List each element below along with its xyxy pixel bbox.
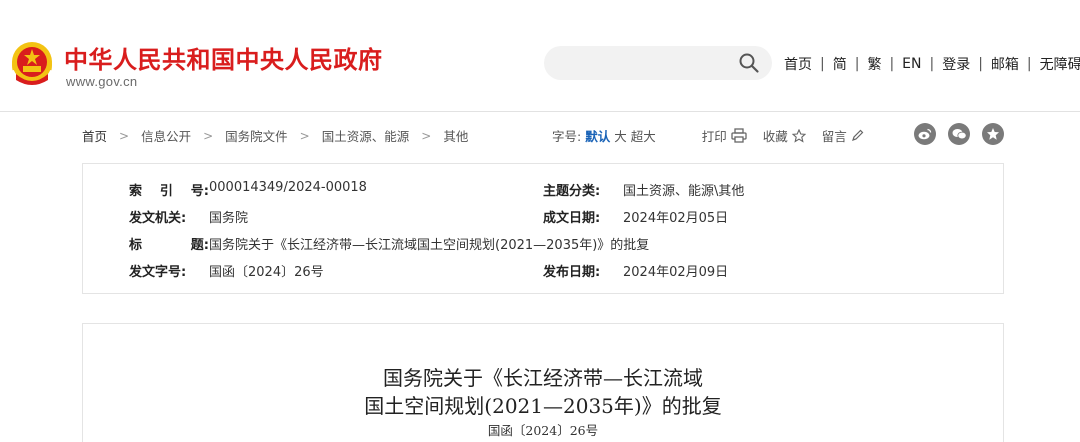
favorite-button[interactable]: 收藏 [763, 126, 806, 145]
breadcrumb-arrow: > [203, 128, 214, 143]
top-nav: 首页 | 简 | 繁 | EN | 登录 | 邮箱 | 无障碍 [784, 54, 1080, 74]
breadcrumb-land-energy[interactable]: 国土资源、能源 [322, 126, 410, 145]
star-icon [791, 128, 806, 143]
meta-value: 000014349/2024-00018 [209, 180, 367, 195]
article-doc-number: 国函〔2024〕26号 [487, 423, 599, 438]
meta-publish-date: 发布日期: 2024年02月09日 [543, 261, 728, 280]
nav-separator: | [854, 56, 860, 72]
meta-label: 发文机关: [129, 211, 187, 226]
meta-label: 主题分类: [543, 184, 601, 199]
article-title-line2: 国土空间规划(2021—2035年)》的批复 [364, 394, 722, 418]
print-button[interactable]: 打印 [702, 126, 747, 145]
breadcrumb-arrow: > [119, 128, 130, 143]
meta-doc-no: 发文字号: 国函〔2024〕26号 [129, 261, 324, 280]
meta-value: 国函〔2024〕26号 [209, 265, 324, 280]
font-size-label: 字号: [552, 129, 582, 144]
share-weibo-button[interactable] [914, 123, 936, 145]
document-metadata: 索 引 号: 000014349/2024-00018 主题分类: 国土资源、能… [82, 163, 1004, 294]
breadcrumb-state-council-docs[interactable]: 国务院文件 [225, 126, 288, 145]
meta-value: 2024年02月05日 [623, 211, 729, 226]
font-size-large[interactable]: 大 [614, 126, 627, 145]
favorite-label: 收藏 [762, 129, 788, 144]
meta-date-written: 成文日期: 2024年02月05日 [543, 207, 728, 226]
nav-separator: | [889, 56, 895, 72]
comment-label: 留言 [821, 129, 847, 144]
meta-value: 国务院关于《长江经济带—长江流域国土空间规划(2021—2035年)》的批复 [209, 238, 650, 253]
meta-label: 发布日期: [543, 265, 601, 280]
breadcrumb-home[interactable]: 首页 [82, 126, 107, 145]
qzone-icon [987, 128, 999, 140]
meta-value: 国土资源、能源\其他 [623, 184, 745, 199]
nav-login[interactable]: 登录 [942, 54, 970, 74]
font-size-default[interactable]: 默认 [585, 126, 610, 145]
nav-mail[interactable]: 邮箱 [991, 54, 1019, 74]
font-size-xlarge[interactable]: 超大 [631, 126, 656, 145]
national-emblem-icon[interactable] [10, 40, 54, 88]
meta-label: 发文字号: [129, 265, 187, 280]
print-label: 打印 [701, 129, 727, 144]
breadcrumb-info-public[interactable]: 信息公开 [141, 126, 191, 145]
nav-separator: | [929, 56, 935, 72]
meta-topic: 主题分类: 国土资源、能源\其他 [543, 180, 744, 199]
weibo-icon [918, 128, 932, 140]
meta-value: 国务院 [209, 211, 249, 226]
site-domain: www.gov.cn [66, 74, 138, 89]
search-icon[interactable] [738, 52, 760, 74]
comment-button[interactable]: 留言 [822, 126, 864, 145]
nav-accessibility[interactable]: 无障碍 [1040, 54, 1080, 74]
nav-separator: | [978, 56, 983, 72]
meta-label: 标 题: [129, 238, 209, 253]
pencil-icon [851, 129, 864, 141]
printer-icon [731, 128, 747, 143]
breadcrumb-bar: 首页 > 信息公开 > 国务院文件 > 国土资源、能源 > 其他 字号: 默认 … [82, 123, 1004, 146]
meta-index-no: 索 引 号: 000014349/2024-00018 [129, 180, 367, 199]
site-name[interactable]: 中华人民共和国中央人民政府 [64, 40, 383, 75]
meta-label: 索 引 号: [129, 184, 209, 199]
breadcrumb: 首页 > 信息公开 > 国务院文件 > 国土资源、能源 > 其他 [82, 126, 468, 145]
breadcrumb-arrow: > [421, 128, 432, 143]
meta-label: 成文日期: [543, 211, 601, 226]
breadcrumb-arrow: > [299, 128, 310, 143]
article-body: 国务院关于《长江经济带—长江流域 国土空间规划(2021—2035年)》的批复 … [82, 323, 1004, 442]
nav-english[interactable]: EN [902, 56, 921, 72]
page-tools: 字号: 默认 大 超大 打印 收藏 留言 [552, 126, 864, 145]
nav-simplified[interactable]: 简 [833, 54, 847, 74]
wechat-icon [952, 129, 967, 140]
nav-separator: | [820, 56, 825, 72]
breadcrumb-other[interactable]: 其他 [443, 126, 468, 145]
meta-value: 2024年02月09日 [623, 265, 729, 280]
article-title-line1: 国务院关于《长江经济带—长江流域 [383, 366, 703, 390]
nav-separator: | [1026, 56, 1032, 72]
nav-home[interactable]: 首页 [784, 54, 812, 74]
share-wechat-button[interactable] [948, 123, 970, 145]
share-qzone-button[interactable] [982, 123, 1004, 145]
site-header: 中华人民共和国中央人民政府 www.gov.cn 首页 | 简 | 繁 | EN… [0, 0, 1080, 112]
meta-issuer: 发文机关: 国务院 [129, 207, 248, 226]
meta-title: 标 题: 国务院关于《长江经济带—长江流域国土空间规划(2021—2035年)》… [129, 234, 649, 253]
nav-traditional[interactable]: 繁 [867, 54, 881, 74]
share-buttons [914, 123, 1016, 145]
